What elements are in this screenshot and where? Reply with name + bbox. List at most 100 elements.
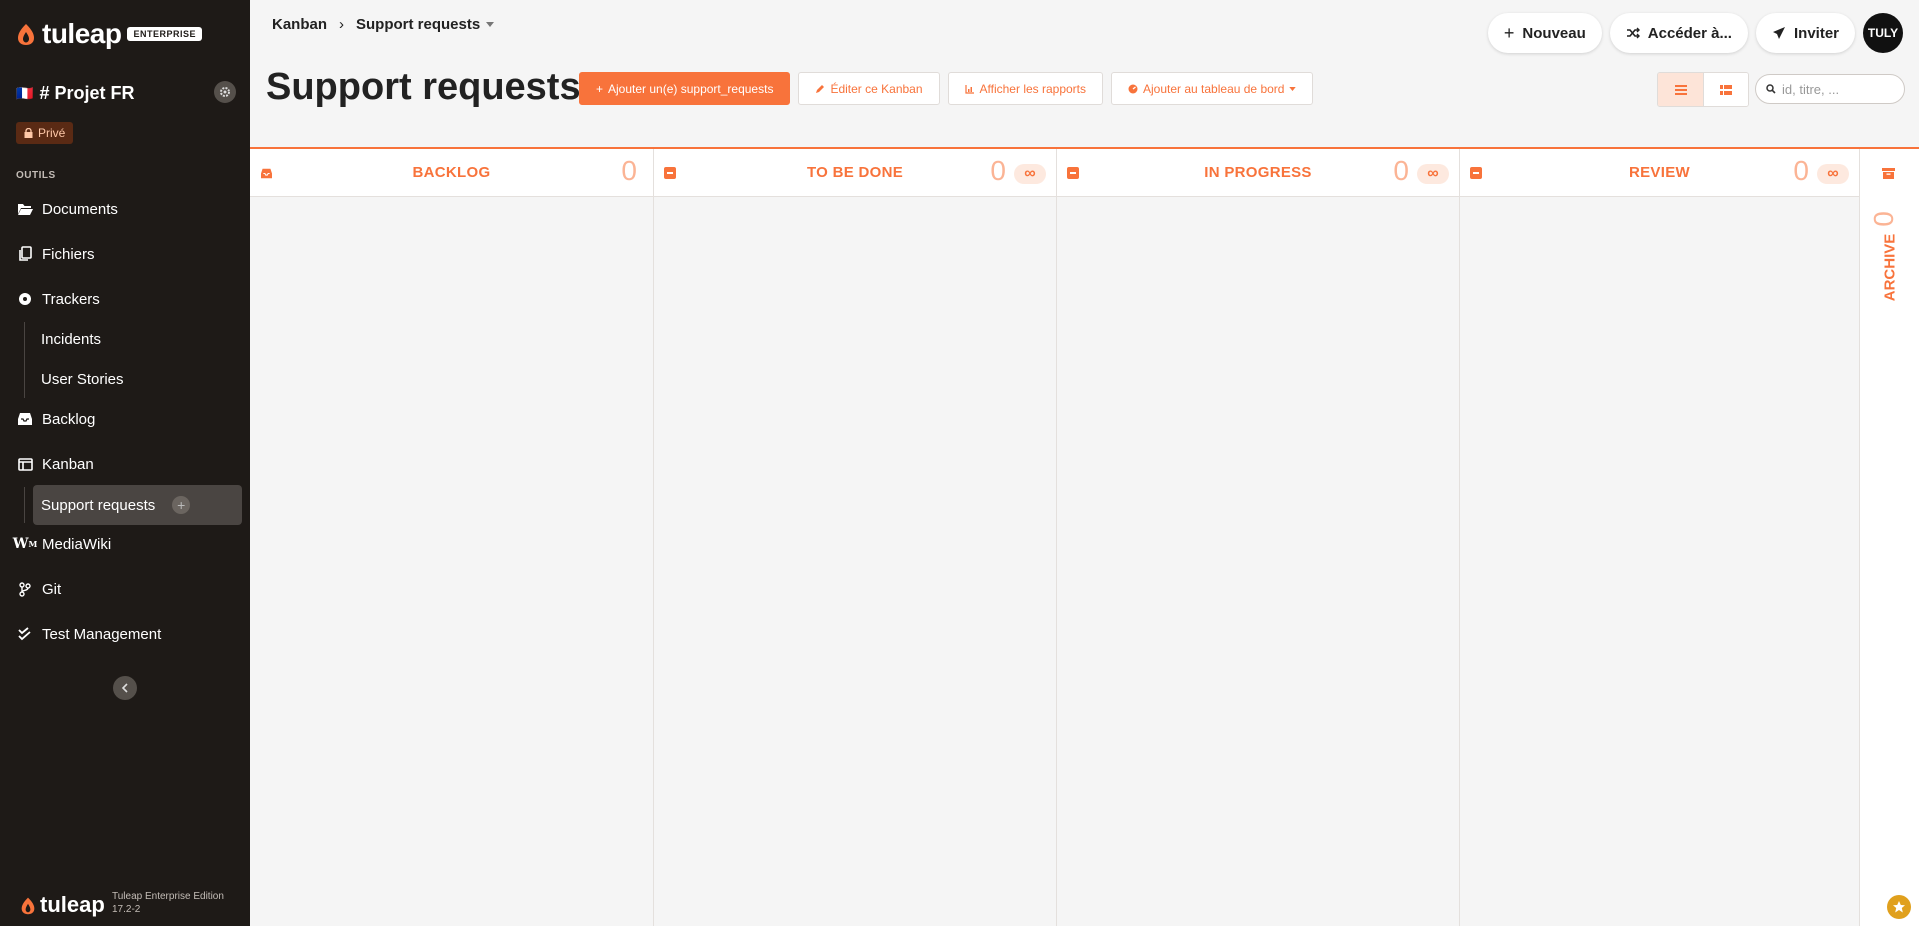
wip-limit-badge[interactable]: ∞ [1817, 164, 1849, 184]
edit-kanban-button[interactable]: Éditer ce Kanban [798, 72, 940, 105]
add-to-dashboard-button[interactable]: Ajouter au tableau de bord [1111, 72, 1314, 105]
sidebar-item-label: Fichiers [42, 245, 95, 263]
archive-count: 0 [1867, 211, 1899, 227]
breadcrumb: Kanban › Support requests [272, 16, 495, 33]
invite-button-label: Inviter [1793, 24, 1839, 42]
tuleap-flame-icon [21, 897, 35, 914]
column-label: BACKLOG [412, 164, 491, 181]
tuleap-logo[interactable]: tuleap ENTERPRISE [16, 18, 202, 50]
column-in-progress: IN PROGRESS 0 ∞ [1057, 149, 1460, 926]
invite-button[interactable]: Inviter [1755, 13, 1855, 53]
sidebar-item-label: Git [42, 580, 62, 598]
goto-button[interactable]: Accéder à... [1609, 13, 1748, 53]
kanban-subtree-line [24, 487, 25, 523]
project-name[interactable]: # Projet FR [39, 83, 134, 104]
new-button[interactable]: + Nouveau [1487, 13, 1602, 53]
sidebar-item-label: Documents [42, 200, 118, 218]
edition-name: Tuleap Enterprise Edition [112, 891, 224, 902]
goto-button-label: Accéder à... [1647, 24, 1732, 42]
add-item-button[interactable]: + [172, 496, 191, 514]
sidebar-item-trackers[interactable]: Trackers [16, 287, 100, 311]
breadcrumb-support-requests[interactable]: Support requests [356, 16, 495, 33]
wip-limit-badge[interactable]: ∞ [1417, 164, 1449, 184]
sidebar-item-test-management[interactable]: Test Management [16, 622, 161, 646]
files-icon [16, 245, 34, 263]
sidebar-item-backlog[interactable]: Backlog [16, 407, 95, 431]
column-to-be-done: TO BE DONE 0 ∞ [654, 149, 1057, 926]
wip-limit-badge[interactable]: ∞ [1014, 164, 1046, 184]
column-header[interactable]: IN PROGRESS 0 ∞ [1057, 149, 1459, 197]
compact-view-button[interactable] [1703, 73, 1748, 106]
tuleap-flame-icon [18, 24, 34, 45]
privacy-badge[interactable]: Privé [16, 122, 74, 144]
add-button-label: Ajouter un(e) support_requests [608, 81, 774, 96]
sidebar-subitem-user-stories[interactable]: User Stories [41, 367, 124, 391]
chevron-left-icon [121, 683, 128, 693]
plus-icon: + [1503, 22, 1515, 43]
sidebar-item-fichiers[interactable]: Fichiers [16, 242, 95, 266]
column-count: 0 [621, 155, 637, 186]
edition-badge: ENTERPRISE [127, 27, 202, 41]
check-double-icon [16, 625, 34, 643]
column-review: REVIEW 0 ∞ [1460, 149, 1860, 926]
caret-down-icon [486, 22, 495, 27]
gear-icon [220, 87, 230, 97]
project-settings-button[interactable] [214, 81, 236, 103]
breadcrumb-kanban[interactable]: Kanban [272, 16, 327, 33]
column-count: 0 [1393, 155, 1409, 186]
folder-open-icon [16, 200, 34, 218]
search-field[interactable] [1755, 74, 1905, 104]
column-archive[interactable]: 0 ARCHIVE [1860, 149, 1919, 926]
user-avatar[interactable]: TULY [1863, 13, 1903, 53]
project-header[interactable]: 🇫🇷 # Projet FR [16, 81, 236, 104]
paper-plane-icon [1772, 27, 1785, 39]
kanban-toolbar: + Ajouter un(e) support_requests Éditer … [579, 72, 1314, 105]
favorite-button[interactable] [1887, 895, 1911, 919]
search-input[interactable] [1782, 81, 1892, 97]
top-actions: + Nouveau Accéder à... Inviter TULY [1487, 13, 1903, 53]
sidebar-item-label: Test Management [42, 625, 162, 643]
lock-icon [24, 128, 33, 138]
kanban-icon [16, 455, 34, 473]
sidebar: tuleap ENTERPRISE 🇫🇷 # Projet FR Privé O… [0, 0, 250, 926]
footer-logo: tuleap [20, 892, 105, 918]
show-reports-button[interactable]: Afficher les rapports [947, 72, 1104, 105]
breadcrumb-separator-icon: › [339, 16, 345, 33]
sidebar-item-git[interactable]: Git [16, 577, 61, 601]
sidebar-subitem-support-requests[interactable]: Support requests + [33, 485, 242, 525]
shuffle-icon [1626, 27, 1640, 39]
view-mode-switch [1657, 72, 1749, 107]
edit-button-label: Éditer ce Kanban [830, 81, 923, 96]
column-count: 0 [1793, 155, 1809, 186]
collapse-sidebar-button[interactable] [113, 676, 137, 700]
kanban-board: BACKLOG 0 TO BE DONE 0 ∞ IN PROGRESS 0 ∞… [250, 147, 1919, 926]
breadcrumb-label: Support requests [356, 16, 481, 33]
sidebar-item-kanban[interactable]: Kanban [16, 452, 94, 476]
edition-version: 17.2-2 [112, 904, 141, 915]
list-detailed-icon [1674, 84, 1687, 95]
detailed-view-button[interactable] [1658, 73, 1703, 106]
sidebar-item-documents[interactable]: Documents [16, 197, 118, 221]
plus-icon: + [596, 81, 604, 96]
column-header[interactable]: BACKLOG 0 [250, 149, 653, 197]
column-backlog: BACKLOG 0 [250, 149, 654, 926]
search-icon [1766, 84, 1776, 94]
git-branch-icon [16, 580, 34, 598]
inbox-icon [16, 410, 34, 428]
project-flag: 🇫🇷 [16, 85, 34, 101]
sidebar-subitem-incidents[interactable]: Incidents [41, 327, 101, 351]
column-header[interactable]: REVIEW 0 ∞ [1460, 149, 1859, 197]
tools-section-label: OUTILS [16, 170, 56, 181]
column-header[interactable]: TO BE DONE 0 ∞ [654, 149, 1056, 197]
pencil-icon [816, 84, 825, 93]
sidebar-subitem-label: Support requests [41, 496, 156, 514]
sidebar-item-label: Trackers [42, 290, 100, 308]
trackers-subtree-line [24, 322, 25, 398]
add-item-kanban-button[interactable]: + Ajouter un(e) support_requests [579, 72, 791, 105]
dashboard-button-label: Ajouter au tableau de bord [1143, 81, 1285, 96]
star-icon [1893, 901, 1905, 913]
sidebar-item-mediawiki[interactable]: WM MediaWiki [13, 532, 111, 556]
column-count: 0 [990, 155, 1006, 186]
archive-icon [1882, 166, 1895, 184]
list-compact-icon [1720, 84, 1732, 95]
